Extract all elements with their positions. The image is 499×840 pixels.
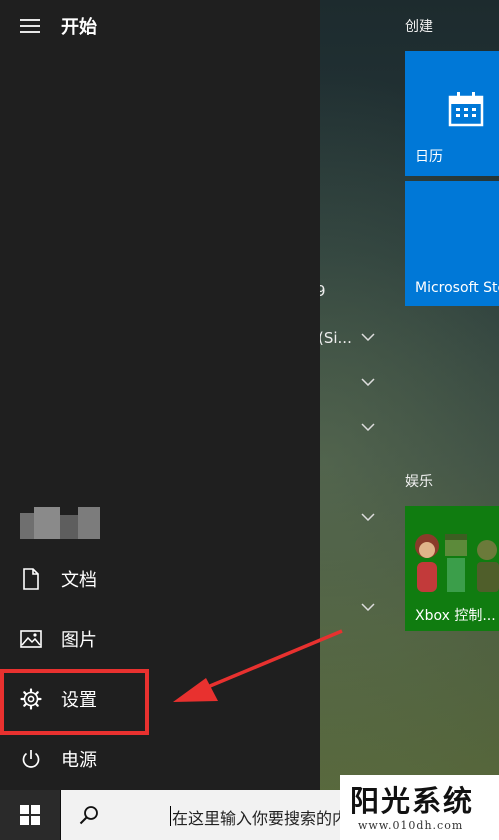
store-tile[interactable]: Microsoft Sto: [405, 181, 499, 306]
watermark-title: 阳光系统: [350, 784, 475, 818]
chevron-down-icon[interactable]: [361, 603, 375, 611]
site-watermark: 阳光系统 www.010dh.com: [340, 775, 499, 840]
calendar-tile[interactable]: 日历: [405, 51, 499, 176]
text-caret: [170, 806, 171, 826]
xbox-avatars-image: [415, 534, 499, 592]
power-icon: [20, 748, 42, 770]
tile-group-entertainment: 娱乐: [405, 474, 433, 490]
chevron-down-icon[interactable]: [361, 378, 375, 386]
settings-highlight-box: [0, 669, 149, 735]
annotation-arrow-icon: [173, 629, 343, 702]
search-placeholder: 在这里输入你要搜索的内容: [172, 809, 365, 828]
document-icon: [20, 568, 42, 590]
start-menu-header: 开始: [20, 12, 97, 40]
user-avatar[interactable]: [20, 507, 100, 539]
start-item-documents[interactable]: 文档: [0, 549, 320, 609]
start-item-label: 文档: [61, 570, 97, 591]
store-tile-label: Microsoft Sto: [415, 280, 499, 296]
calendar-tile-label: 日历: [415, 149, 443, 165]
hamburger-menu-icon[interactable]: [20, 19, 40, 33]
windows-start-button[interactable]: [0, 790, 60, 840]
xbox-tile-label: Xbox 控制...: [415, 608, 496, 624]
windows-logo-icon: [20, 805, 40, 825]
pictures-icon: [20, 628, 42, 650]
calendar-icon: [448, 92, 484, 127]
tile-group-create: 创建: [405, 19, 433, 35]
start-item-label: 电源: [61, 750, 97, 771]
app-list-fragment: (Si...: [318, 329, 352, 347]
start-item-power[interactable]: 电源: [0, 729, 320, 789]
start-menu-title: 开始: [61, 17, 97, 38]
chevron-down-icon[interactable]: [361, 423, 375, 431]
chevron-down-icon[interactable]: [361, 333, 375, 341]
xbox-tile[interactable]: Xbox 控制...: [405, 506, 499, 631]
chevron-down-icon[interactable]: [361, 513, 375, 521]
search-icon: [79, 806, 98, 825]
start-item-label: 图片: [61, 630, 97, 651]
watermark-url: www.010dh.com: [358, 819, 464, 832]
